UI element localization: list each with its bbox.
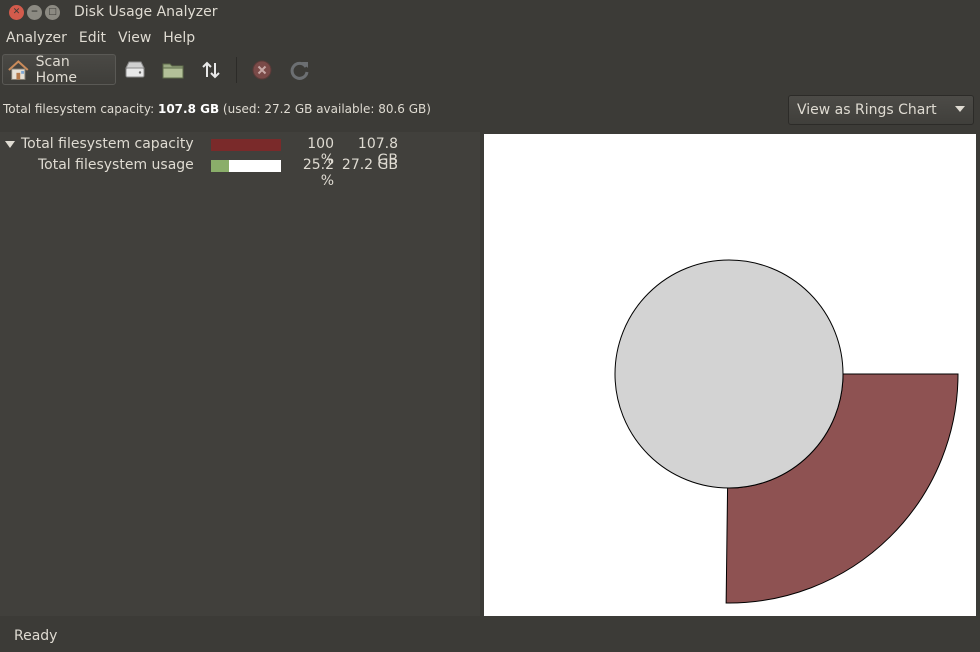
refresh-icon xyxy=(290,61,309,80)
drive-icon xyxy=(125,61,145,77)
usage-bar-fill xyxy=(211,160,229,172)
ring-center[interactable] xyxy=(614,259,844,489)
summary-suffix: (used: 27.2 GB available: 80.6 GB) xyxy=(219,102,431,116)
usage-tree: Total filesystem capacity 100 % 107.8 GB… xyxy=(0,132,480,616)
scan-home-label: Scan Home xyxy=(35,53,77,86)
filesystem-summary: Total filesystem capacity: 107.8 GB (use… xyxy=(3,102,431,116)
menu-view[interactable]: View xyxy=(112,30,157,46)
usage-bar xyxy=(211,160,281,172)
close-icon: ✕ xyxy=(12,6,21,17)
menu-bar: Analyzer Edit View Help xyxy=(0,24,980,51)
view-mode-select[interactable]: View as Rings Chart xyxy=(788,95,974,125)
stop-icon xyxy=(252,60,272,79)
window-controls: ✕ − □ xyxy=(9,4,60,20)
expander-expanded-icon[interactable] xyxy=(5,141,15,148)
maximize-window-button[interactable]: □ xyxy=(45,4,60,20)
refresh-button[interactable] xyxy=(281,54,319,85)
toolbar: Scan Home xyxy=(0,51,980,88)
scan-folder-button[interactable] xyxy=(154,54,192,85)
tree-row[interactable]: Total filesystem capacity 100 % 107.8 GB xyxy=(0,133,480,168)
tree-row-size: 27.2 GB xyxy=(341,157,398,173)
usage-bar xyxy=(211,139,281,151)
rings-chart[interactable] xyxy=(484,134,976,616)
folder-icon xyxy=(162,63,184,78)
info-row: Total filesystem capacity: 107.8 GB (use… xyxy=(0,88,980,132)
close-window-button[interactable]: ✕ xyxy=(9,4,24,20)
menu-analyzer[interactable]: Analyzer xyxy=(0,30,73,46)
scan-remote-button[interactable] xyxy=(192,54,230,85)
summary-capacity: 107.8 GB xyxy=(157,102,220,116)
scan-filesystem-button[interactable] xyxy=(116,54,154,85)
tree-row[interactable]: Total filesystem usage 25.2 % 27.2 GB xyxy=(0,154,480,189)
menu-help[interactable]: Help xyxy=(157,30,201,46)
stop-button[interactable] xyxy=(243,54,281,85)
window-title: Disk Usage Analyzer xyxy=(74,4,218,20)
tree-row-name: Total filesystem usage xyxy=(38,157,194,173)
tree-row-percent: 25.2 % xyxy=(302,157,334,189)
minimize-icon: − xyxy=(30,6,39,17)
remote-icon xyxy=(202,61,220,78)
status-text: Ready xyxy=(14,628,58,644)
rings-chart-canvas xyxy=(614,259,959,604)
maximize-icon: □ xyxy=(48,6,57,17)
tree-row-name: Total filesystem capacity xyxy=(21,136,194,152)
usage-bar-fill xyxy=(211,139,281,151)
status-bar: Ready xyxy=(0,616,980,652)
chevron-down-icon xyxy=(955,106,965,112)
home-icon xyxy=(8,59,29,80)
summary-prefix: Total filesystem capacity: xyxy=(3,102,158,116)
menu-edit[interactable]: Edit xyxy=(73,30,112,46)
minimize-window-button[interactable]: − xyxy=(27,4,42,20)
toolbar-separator xyxy=(236,56,237,83)
scan-home-button[interactable]: Scan Home xyxy=(2,53,116,86)
title-bar: ✕ − □ Disk Usage Analyzer xyxy=(0,0,980,24)
view-mode-selected: View as Rings Chart xyxy=(797,102,937,118)
